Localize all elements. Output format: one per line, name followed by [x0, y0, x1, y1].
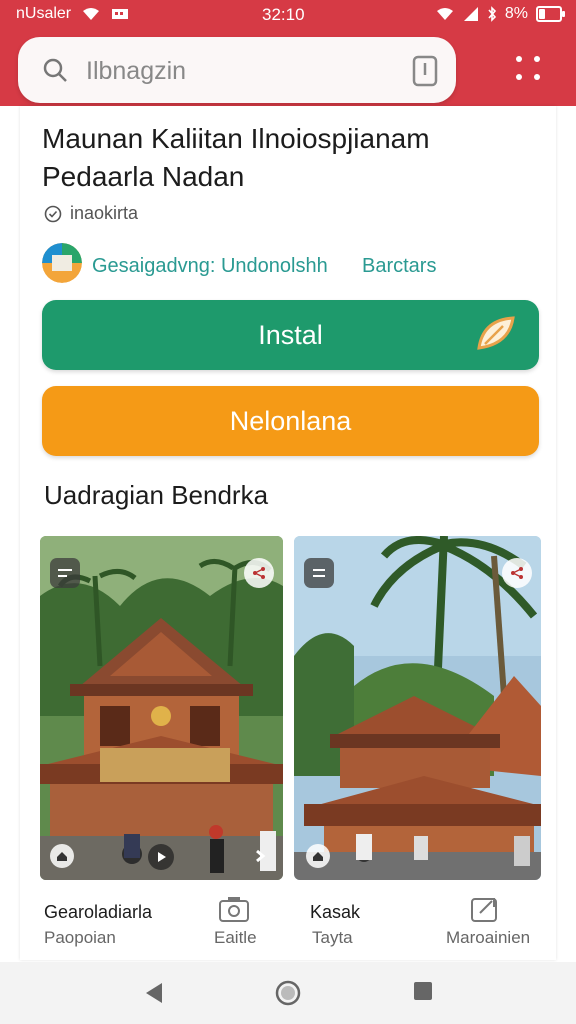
clock: 32:10 — [262, 5, 305, 24]
publisher-row[interactable]: Gesaigadvng: Undonolshh Barctars — [42, 243, 542, 287]
signal-icon — [463, 7, 478, 21]
app-title-line2: Pedaarla Nadan — [42, 161, 245, 192]
search-input[interactable] — [84, 51, 388, 91]
screenshot-caption-title: Gearoladiarla — [44, 902, 153, 922]
screenshot-action-label[interactable]: Eaitle — [214, 928, 257, 948]
carrier-label: nUsaler — [16, 5, 72, 22]
mic-icon[interactable] — [412, 55, 438, 87]
home-icon[interactable] — [306, 844, 330, 868]
play-icon[interactable] — [148, 844, 174, 870]
app-title: Maunan Kaliitan Ilnoiospjianam Pedaarla … — [42, 120, 542, 196]
screenshot-thumbnail[interactable] — [40, 536, 283, 880]
publisher-logo — [42, 243, 82, 283]
status-left: nUsaler — [16, 5, 129, 23]
battery-icon — [536, 6, 565, 22]
temple-photo — [40, 536, 283, 880]
temple-photo — [294, 536, 541, 880]
battery-percent: 8% — [504, 5, 528, 22]
share-icon[interactable] — [470, 895, 500, 923]
back-icon[interactable] — [142, 980, 166, 1006]
status-right: 8% — [435, 5, 565, 23]
section-title: Uadragian Bendrka — [44, 480, 269, 510]
share-icon[interactable] — [502, 558, 532, 588]
screenshot-action-label[interactable]: Maroainien — [446, 928, 530, 948]
camera-icon[interactable] — [218, 895, 250, 923]
install-button-label: Instal — [258, 319, 323, 350]
secondary-button[interactable]: Nelonlana — [42, 386, 539, 456]
search-bar[interactable] — [18, 37, 456, 103]
menu-icon[interactable] — [304, 558, 334, 588]
notification-icon — [112, 9, 129, 19]
search-icon[interactable] — [42, 57, 68, 83]
publisher-tag[interactable]: Barctars — [362, 255, 436, 278]
verified-icon — [44, 205, 62, 222]
screenshot-caption-subtitle: Tayta — [312, 928, 353, 947]
screenshot-thumbnail[interactable] — [294, 536, 541, 880]
home-icon[interactable] — [50, 844, 74, 868]
screenshot-caption-subtitle: Paopoian — [44, 928, 116, 947]
chevron-right-icon[interactable] — [248, 844, 272, 868]
install-button[interactable]: Instal — [42, 300, 539, 370]
wifi-icon — [83, 8, 100, 20]
screenshot-caption-title: Kasak — [310, 902, 361, 922]
app-meta-text: inaokirta — [70, 203, 139, 223]
bluetooth-icon — [488, 6, 496, 22]
secondary-button-label: Nelonlana — [229, 405, 352, 436]
publisher-name[interactable]: Gesaigadvng: Undonolshh — [92, 255, 328, 278]
app-title-line1: Maunan Kaliitan Ilnoiospjianam — [42, 123, 430, 154]
system-nav-bar — [0, 962, 576, 1024]
menu-icon[interactable] — [50, 558, 80, 588]
home-icon[interactable] — [275, 980, 301, 1006]
share-icon[interactable] — [244, 558, 274, 588]
top-app-bar — [0, 30, 576, 106]
more-vert-icon[interactable] — [506, 52, 550, 86]
recents-icon[interactable] — [412, 980, 434, 1002]
leaf-icon — [477, 316, 515, 350]
status-bar: nUsaler 32:10 8% — [0, 0, 576, 30]
app-meta: inaokirta — [44, 203, 138, 224]
wifi-icon — [436, 8, 453, 20]
